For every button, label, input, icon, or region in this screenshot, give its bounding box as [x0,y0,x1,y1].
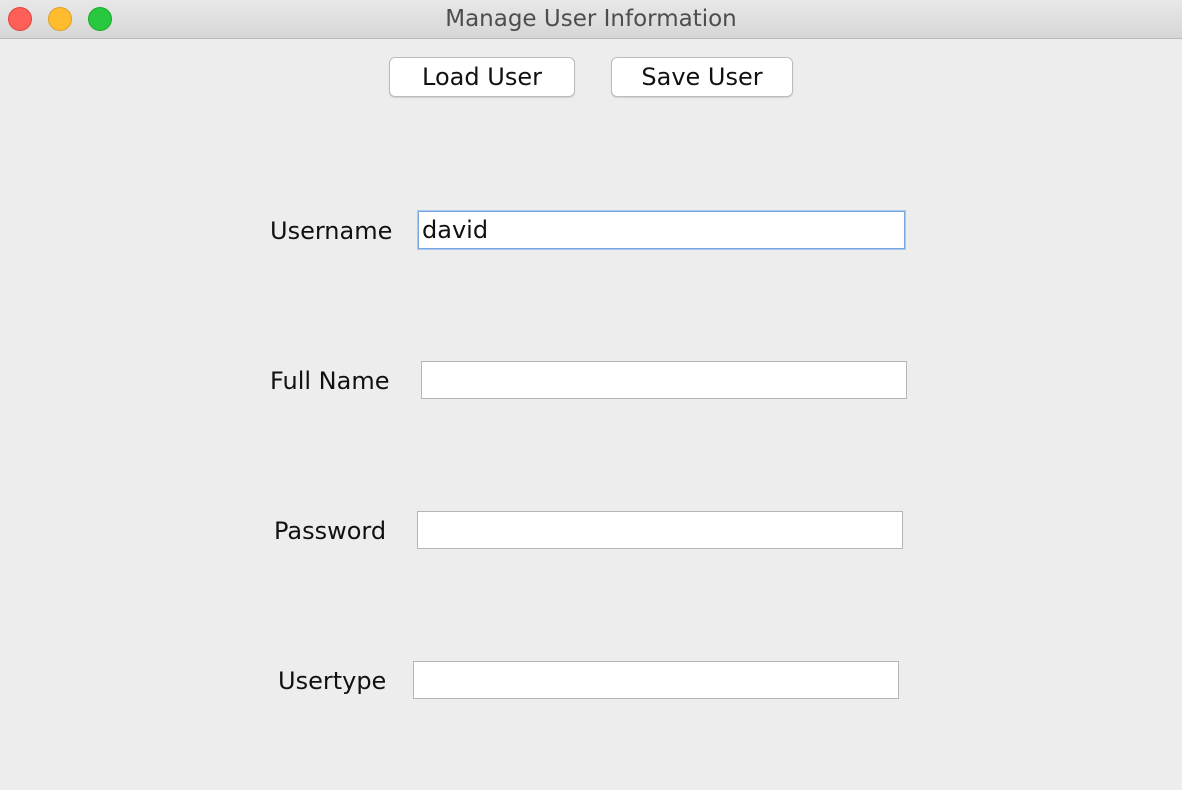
load-user-button[interactable]: Load User [389,57,575,97]
username-field[interactable] [418,211,905,249]
full-name-label: Full Name [270,367,390,395]
app-window: Manage User Information Load User Save U… [0,0,1182,790]
username-label: Username [270,217,393,245]
password-field[interactable] [417,511,903,549]
password-label: Password [274,517,387,545]
usertype-label: Usertype [278,667,387,695]
title-bar: Manage User Information [0,0,1182,39]
usertype-field[interactable] [413,661,899,699]
save-user-button[interactable]: Save User [611,57,793,97]
full-name-field[interactable] [421,361,907,399]
window-title: Manage User Information [445,6,737,32]
